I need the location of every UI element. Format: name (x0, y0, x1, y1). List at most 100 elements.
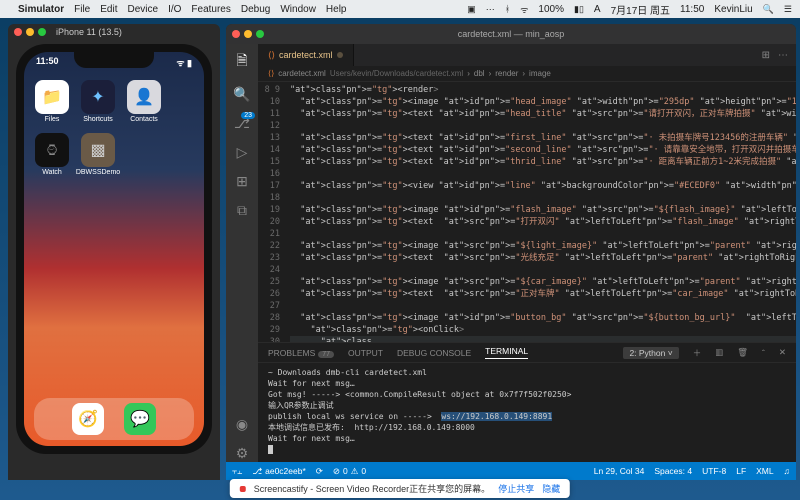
input-source[interactable]: A (594, 4, 601, 15)
bluetooth-icon[interactable]: ᚼ (505, 4, 510, 14)
editor-tabbar: ⟨⟩ cardetect.xml ⊞ ⋯ (258, 44, 796, 66)
menubar-item-window[interactable]: Window (280, 4, 316, 15)
minimize-icon[interactable] (244, 30, 252, 38)
phone-screen[interactable]: 11:50 ᯤ ▮ 📁 Files ✦Shortcuts 👤Contacts ⌚︎… (24, 52, 204, 446)
problems-status[interactable]: ⊘ 0 ⚠ 0 (333, 466, 366, 477)
ios-status-icons: ᯤ ▮ (176, 56, 192, 74)
menubar-item-edit[interactable]: Edit (100, 4, 117, 15)
app-watch[interactable]: ⌚︎Watch (34, 133, 70, 176)
ios-dock: 🧭 💬 (34, 398, 194, 440)
home-screen-apps: 📁 Files ✦Shortcuts 👤Contacts ⌚︎Watch ▩DBW… (24, 74, 204, 182)
tab-output[interactable]: OUTPUT (348, 348, 383, 358)
more-actions-icon[interactable]: ⋯ (778, 50, 788, 61)
zoom-icon[interactable] (256, 30, 264, 38)
explorer-icon[interactable]: 🗎 (236, 50, 247, 74)
app-contacts[interactable]: 👤Contacts (126, 80, 162, 123)
source-control-icon[interactable]: ⎇23 (234, 115, 250, 132)
git-branch[interactable]: ⎇ ae0c2eeb* (252, 466, 305, 477)
close-icon[interactable] (14, 28, 22, 36)
shortcuts-icon: ✦ (81, 80, 115, 114)
maximize-panel-icon[interactable]: ˆ (762, 348, 765, 358)
breadcrumb-path: Users/kevin/Downloads/cardetect.xml (330, 69, 463, 78)
breadcrumb-item[interactable]: image (529, 69, 551, 78)
files-icon: 📁 (35, 80, 69, 114)
extensions-icon[interactable]: ⊞ (236, 173, 248, 190)
menubar-user[interactable]: KevinLiu (714, 4, 752, 15)
app-label: Files (45, 116, 60, 123)
bottom-panel: PROBLEMS77 OUTPUT DEBUG CONSOLE TERMINAL… (258, 342, 796, 462)
hide-toast-button[interactable]: 隐藏 (542, 482, 560, 495)
breadcrumb[interactable]: ⟨⟩ cardetect.xml Users/kevin/Downloads/c… (258, 66, 796, 82)
app-shortcuts[interactable]: ✦Shortcuts (80, 80, 116, 123)
notification-center-icon[interactable]: ☰ (784, 4, 792, 15)
tab-terminal[interactable]: TERMINAL (485, 346, 528, 359)
phone-frame: 11:50 ᯤ ▮ 📁 Files ✦Shortcuts 👤Contacts ⌚︎… (16, 44, 212, 454)
simulator-title: iPhone 11 (13.5) (56, 27, 122, 37)
run-debug-icon[interactable]: ▷ (237, 144, 248, 161)
menubar-item-features[interactable]: Features (191, 4, 230, 15)
menubar-item-help[interactable]: Help (326, 4, 347, 15)
macos-menubar: Simulator File Edit Device I/O Features … (0, 0, 800, 18)
close-panel-icon[interactable]: ✕ (779, 347, 786, 358)
messages-icon[interactable]: 💬 (124, 403, 156, 435)
eol-status[interactable]: LF (736, 466, 746, 476)
safari-icon[interactable]: 🧭 (72, 403, 104, 435)
close-icon[interactable] (232, 30, 240, 38)
encoding-status[interactable]: UTF-8 (702, 466, 726, 476)
stop-sharing-button[interactable]: 停止共享 (498, 482, 534, 495)
screenshare-toast: Screencastify - Screen Video Recorder正在共… (230, 479, 570, 498)
spotlight-icon[interactable]: 🔍 (763, 4, 774, 15)
wifi-icon[interactable]: ᯤ (520, 3, 528, 16)
language-mode[interactable]: XML (756, 466, 773, 476)
battery-percent: 100% (538, 4, 564, 15)
menu-extra-icon[interactable]: ⋯ (486, 4, 495, 15)
settings-gear-icon[interactable]: ⚙ (236, 445, 249, 462)
split-terminal-icon[interactable]: ▥ (715, 347, 723, 358)
accounts-icon[interactable]: ◉ (236, 416, 248, 433)
tab-debug-console[interactable]: DEBUG CONSOLE (397, 348, 471, 358)
tab-cardetect[interactable]: ⟨⟩ cardetect.xml (258, 44, 354, 66)
terminal-selector[interactable]: 2: Python ˅ (623, 347, 678, 359)
vscode-window-title: cardetect.xml — min_aosp (458, 29, 565, 39)
breadcrumb-item[interactable]: render (495, 69, 518, 78)
code-editor[interactable]: 8 9 10 11 12 13 14 15 16 17 18 19 20 21 … (258, 82, 796, 342)
search-icon[interactable]: 🔍 (233, 86, 250, 103)
problems-count: 77 (318, 351, 334, 358)
menubar-item-file[interactable]: File (74, 4, 90, 15)
cursor-position[interactable]: Ln 29, Col 34 (594, 466, 645, 476)
screencast-icon[interactable]: ▣ (467, 4, 476, 15)
app-label: Contacts (130, 116, 158, 123)
vscode-window[interactable]: cardetect.xml — min_aosp 🗎 🔍 ⎇23 ▷ ⊞ ⧉ ◉… (226, 24, 796, 480)
menubar-app-name[interactable]: Simulator (18, 4, 64, 15)
menubar-time[interactable]: 11:50 (680, 4, 704, 15)
record-icon (240, 486, 246, 492)
battery-icon[interactable]: ▮▯ (574, 4, 584, 15)
zoom-icon[interactable] (38, 28, 46, 36)
feedback-icon[interactable]: ♫ (784, 466, 790, 476)
remote-icon[interactable]: ⧉ (237, 202, 247, 219)
code-content[interactable]: "at">class"pn">="tg"><render> "at">class… (286, 82, 796, 342)
indent-status[interactable]: Spaces: 4 (654, 466, 692, 476)
scm-badge: 23 (241, 112, 255, 119)
split-editor-icon[interactable]: ⊞ (762, 50, 770, 61)
menubar-item-io[interactable]: I/O (168, 4, 181, 15)
app-dbwssdemo[interactable]: ▩DBWSSDemo (80, 133, 116, 176)
simulator-window[interactable]: iPhone 11 (13.5) 11:50 ᯤ ▮ 📁 Files ✦Short… (8, 24, 220, 480)
breadcrumb-item[interactable]: dbl (474, 69, 485, 78)
line-gutter: 8 9 10 11 12 13 14 15 16 17 18 19 20 21 … (258, 82, 286, 342)
tab-problems[interactable]: PROBLEMS77 (268, 348, 334, 358)
vscode-titlebar[interactable]: cardetect.xml — min_aosp (226, 24, 796, 44)
breadcrumb-item[interactable]: cardetect.xml (278, 69, 326, 78)
terminal[interactable]: ~ Downloads dmb-cli cardetect.xml Wait f… (258, 363, 796, 462)
new-terminal-icon[interactable]: ＋ (693, 347, 702, 359)
remote-indicator[interactable]: ⫟⫠ (232, 466, 242, 477)
ios-clock: 11:50 (36, 56, 59, 74)
menubar-date[interactable]: 7月17日 周五 (611, 2, 670, 17)
sync-icon[interactable]: ⟳ (316, 466, 323, 477)
menubar-item-device[interactable]: Device (127, 4, 158, 15)
menubar-item-debug[interactable]: Debug (241, 4, 270, 15)
simulator-titlebar[interactable]: iPhone 11 (13.5) (8, 24, 220, 40)
minimize-icon[interactable] (26, 28, 34, 36)
app-files[interactable]: 📁 Files (34, 80, 70, 123)
kill-terminal-icon[interactable]: 🗑 (737, 347, 748, 358)
